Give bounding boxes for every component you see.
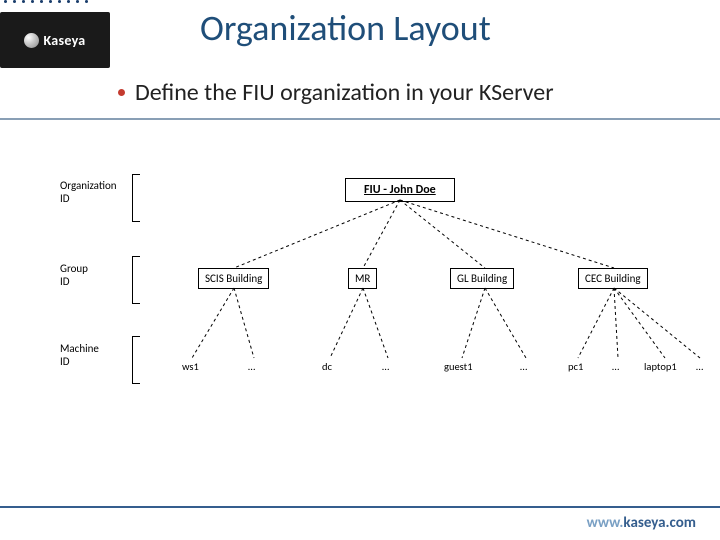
decorative-dots — [0, 0, 110, 12]
page-title: Organization Layout — [200, 6, 491, 50]
footer-url-prefix: www. — [587, 514, 624, 532]
footer-url-domain: kaseya.com — [623, 514, 696, 532]
tree-connectors — [0, 150, 720, 480]
bullet-icon — [118, 89, 125, 96]
bullet-text: Define the FIU organization in your KSer… — [135, 78, 554, 107]
footer: www.kaseya.com — [0, 506, 720, 540]
bullet-item: Define the FIU organization in your KSer… — [118, 78, 554, 107]
footer-url: www.kaseya.com — [587, 514, 696, 532]
org-diagram: OrganizationID GroupID MachineID FIU - J… — [0, 150, 720, 480]
brand-name: Kaseya — [43, 32, 85, 49]
logo-orb-icon — [24, 33, 39, 48]
header-divider — [0, 118, 720, 120]
brand-logo: Kaseya — [0, 12, 110, 68]
footer-divider — [0, 506, 720, 508]
